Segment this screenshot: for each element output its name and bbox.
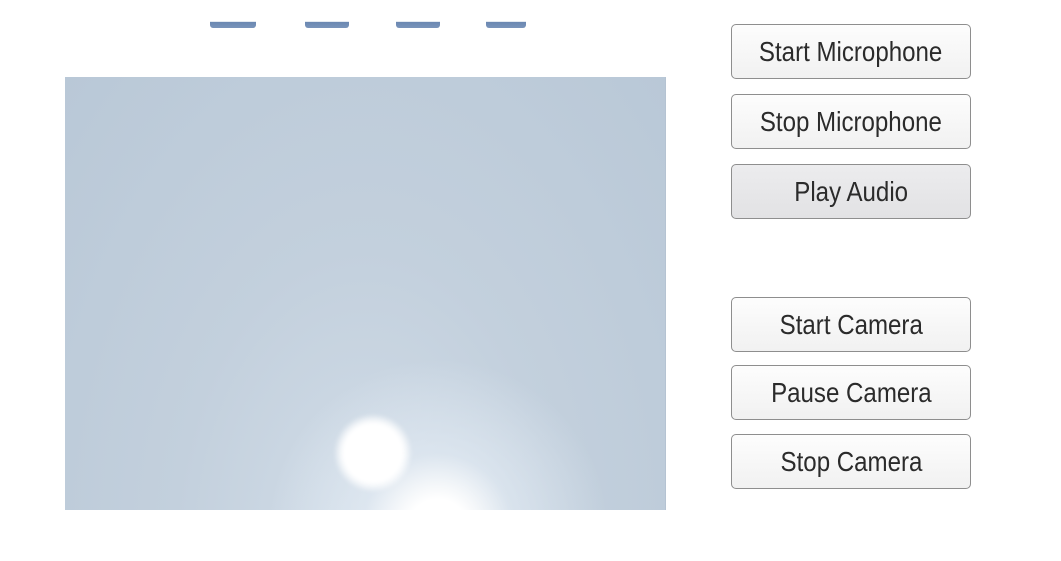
sun-glare — [335, 415, 411, 491]
start-microphone-button[interactable]: Start Microphone — [731, 24, 971, 79]
top-tab[interactable] — [486, 14, 526, 28]
stop-camera-button[interactable]: Stop Camera — [731, 434, 971, 489]
start-microphone-label: Start Microphone — [759, 35, 943, 67]
top-tab[interactable] — [210, 14, 256, 28]
top-tab[interactable] — [396, 14, 440, 28]
camera-preview — [65, 77, 666, 510]
stop-microphone-label: Stop Microphone — [759, 105, 943, 137]
stop-camera-label: Stop Camera — [780, 445, 922, 477]
app-window: Start Microphone Stop Microphone Play Au… — [0, 0, 1061, 561]
start-camera-button[interactable]: Start Camera — [731, 297, 971, 352]
pause-camera-button[interactable]: Pause Camera — [731, 365, 971, 420]
stop-microphone-button[interactable]: Stop Microphone — [731, 94, 971, 149]
play-audio-label: Play Audio — [794, 175, 908, 207]
start-camera-label: Start Camera — [779, 308, 923, 340]
top-tab[interactable] — [305, 14, 349, 28]
play-audio-button[interactable]: Play Audio — [731, 164, 971, 219]
pause-camera-label: Pause Camera — [770, 376, 932, 408]
